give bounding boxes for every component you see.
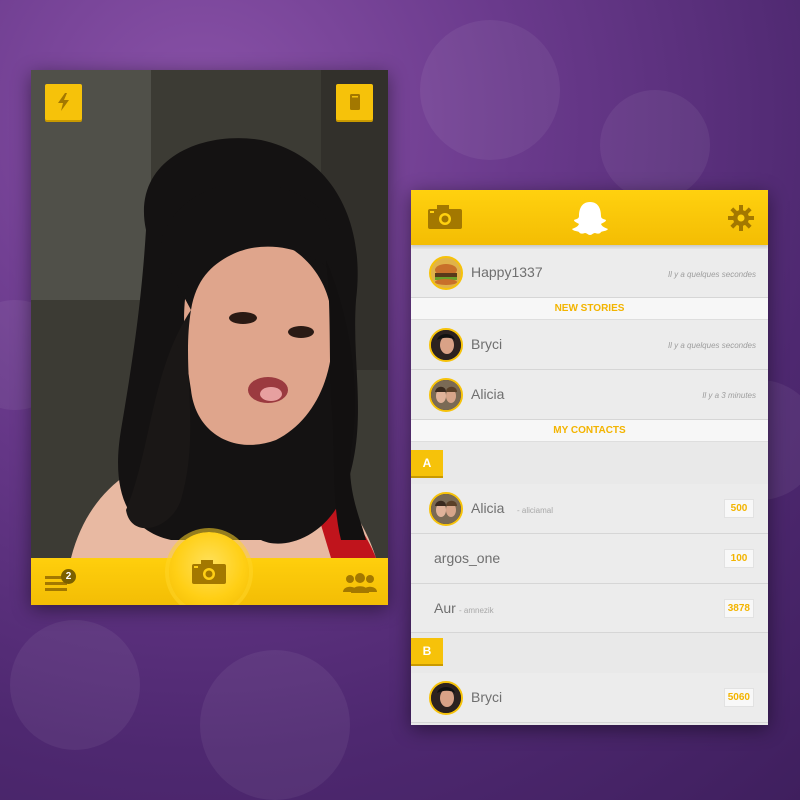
contact-group-letter: A bbox=[411, 450, 443, 476]
contact-username: - amnezik bbox=[459, 606, 494, 615]
snap-time: Il y a quelques secondes bbox=[667, 270, 756, 279]
bokeh-circle bbox=[600, 90, 710, 200]
bokeh-circle bbox=[420, 20, 560, 160]
contact-name: argos_one bbox=[434, 550, 501, 566]
avatar bbox=[429, 378, 463, 412]
friends-icon bbox=[343, 573, 377, 593]
friends-button[interactable] bbox=[342, 572, 378, 594]
contact-group-letter: B bbox=[411, 638, 443, 664]
capture-button[interactable] bbox=[169, 532, 249, 605]
bokeh-circle bbox=[10, 620, 140, 750]
profile-photo-icon bbox=[431, 494, 461, 524]
flip-camera-button[interactable] bbox=[336, 84, 373, 120]
section-header-my-contacts: MY CONTACTS bbox=[411, 420, 768, 442]
profile-photo-icon bbox=[431, 330, 461, 360]
feed-screen: Happy1337 Il y a quelques secondes NEW S… bbox=[411, 190, 768, 725]
burger-avatar-icon bbox=[435, 264, 457, 285]
profile-photo-icon bbox=[431, 380, 461, 410]
settings-button[interactable] bbox=[728, 205, 754, 231]
story-item[interactable]: Bryci Il y a quelques secondes bbox=[411, 320, 768, 370]
camera-icon bbox=[192, 560, 226, 584]
avatar bbox=[429, 492, 463, 526]
contact-score: 500 bbox=[724, 499, 754, 518]
avatar bbox=[429, 328, 463, 362]
story-item[interactable]: Alicia Il y a 3 minutes bbox=[411, 370, 768, 420]
avatar bbox=[429, 256, 463, 290]
stories-count-badge: 2 bbox=[61, 569, 76, 584]
camera-nav-button[interactable] bbox=[427, 204, 463, 230]
camera-icon bbox=[428, 205, 462, 229]
flash-button[interactable] bbox=[45, 84, 82, 120]
profile-photo-icon bbox=[431, 683, 461, 713]
contact-item[interactable]: Aur - amnezik 3878 bbox=[411, 584, 768, 633]
contact-score: 5060 bbox=[723, 688, 754, 707]
snap-item[interactable]: Happy1337 Il y a quelques secondes bbox=[411, 249, 768, 298]
bokeh-circle bbox=[200, 650, 350, 800]
camera-screen: 2 bbox=[31, 70, 388, 605]
story-name: Bryci bbox=[471, 336, 503, 352]
contact-score: 100 bbox=[724, 549, 754, 568]
contact-score: 3878 bbox=[723, 599, 754, 618]
contact-item[interactable]: Bryci 5060 bbox=[411, 673, 768, 723]
contact-username: - aliciamal bbox=[517, 506, 554, 515]
portrait-illustration bbox=[31, 70, 388, 558]
story-name: Alicia bbox=[471, 386, 505, 402]
contact-name: Alicia bbox=[471, 500, 505, 516]
front-camera-icon bbox=[349, 94, 360, 110]
contact-name: Aur bbox=[434, 600, 456, 616]
story-time: Il y a quelques secondes bbox=[667, 341, 756, 350]
snap-sender-name: Happy1337 bbox=[471, 264, 543, 280]
story-time: Il y a 3 minutes bbox=[702, 391, 756, 400]
section-header-new-stories: NEW STORIES bbox=[411, 298, 768, 320]
contact-name: Bryci bbox=[471, 689, 503, 705]
ghost-logo-icon bbox=[572, 202, 608, 235]
camera-preview-photo bbox=[31, 70, 388, 558]
ghost-logo bbox=[571, 199, 609, 237]
contact-item[interactable]: Alicia - aliciamal 500 bbox=[411, 484, 768, 534]
flash-icon bbox=[57, 93, 69, 111]
feed-header bbox=[411, 190, 768, 245]
avatar bbox=[429, 681, 463, 715]
gear-icon bbox=[728, 205, 754, 231]
contact-item[interactable]: argos_one 100 bbox=[411, 534, 768, 584]
